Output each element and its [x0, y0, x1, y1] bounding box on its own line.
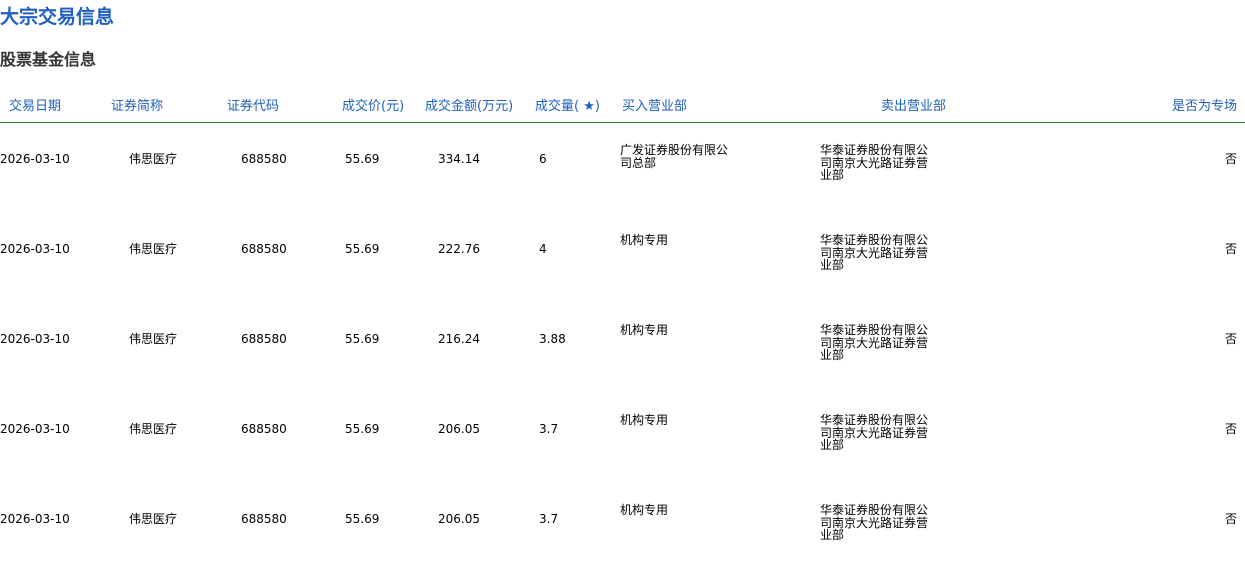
cell-price: 55.69 — [345, 152, 380, 166]
cell-security-code: 688580 — [241, 512, 287, 526]
header-trade-date: 交易日期 — [9, 99, 62, 114]
cell-buyer: 机构专用 — [620, 503, 669, 517]
cell-trade-date: 2026-03-10 — [0, 242, 70, 256]
cell-price: 55.69 — [345, 242, 380, 256]
section-title: 股票基金信息 — [0, 50, 97, 69]
cell-security-code: 688580 — [241, 242, 287, 256]
page-title: 大宗交易信息 — [0, 6, 115, 28]
cell-amount: 216.24 — [438, 332, 480, 346]
cell-security-name: 伟思医疗 — [129, 422, 178, 436]
cell-security-name: 伟思医疗 — [129, 152, 178, 166]
cell-trade-date: 2026-03-10 — [0, 422, 70, 436]
cell-amount: 334.14 — [438, 152, 480, 166]
header-price: 成交价(元) — [342, 99, 405, 114]
header-volume: 成交量( ★) — [535, 99, 600, 114]
cell-volume: 3.7 — [539, 512, 559, 526]
cell-volume: 3.88 — [539, 332, 566, 346]
table-row: 2026-03-10 伟思医疗 688580 55.69 206.05 3.7 … — [0, 389, 1245, 479]
cell-is-special: 否 — [1224, 332, 1237, 346]
header-security-name: 证券简称 — [111, 99, 164, 114]
cell-is-special: 否 — [1224, 242, 1237, 256]
cell-trade-date: 2026-03-10 — [0, 332, 70, 346]
header-seller: 卖出营业部 — [881, 99, 947, 114]
table-row: 2026-03-10 伟思医疗 688580 55.69 334.14 6 广发… — [0, 119, 1245, 209]
table-row: 2026-03-10 伟思医疗 688580 55.69 216.24 3.88… — [0, 299, 1245, 389]
cell-security-code: 688580 — [241, 152, 287, 166]
cell-buyer: 机构专用 — [620, 413, 669, 427]
header-is-special: 是否为专场 — [1171, 99, 1237, 114]
table-row: 2026-03-10 伟思医疗 688580 55.69 206.05 3.7 … — [0, 479, 1245, 569]
cell-price: 55.69 — [345, 332, 380, 346]
cell-amount: 222.76 — [438, 242, 480, 256]
cell-is-special: 否 — [1224, 512, 1237, 526]
cell-security-code: 688580 — [241, 422, 287, 436]
cell-seller: 华泰证券股份有限公司南京大光路证券营业部 — [820, 503, 929, 542]
cell-volume: 6 — [539, 152, 547, 166]
header-security-code: 证券代码 — [227, 99, 280, 114]
cell-buyer: 机构专用 — [620, 323, 669, 337]
cell-is-special: 否 — [1224, 152, 1237, 166]
cell-seller: 华泰证券股份有限公司南京大光路证券营业部 — [820, 323, 929, 362]
cell-trade-date: 2026-03-10 — [0, 512, 70, 526]
cell-price: 55.69 — [345, 512, 380, 526]
cell-amount: 206.05 — [438, 512, 480, 526]
header-buyer: 买入营业部 — [622, 99, 688, 114]
cell-seller: 华泰证券股份有限公司南京大光路证券营业部 — [820, 413, 929, 452]
cell-seller: 华泰证券股份有限公司南京大光路证券营业部 — [820, 143, 929, 182]
cell-buyer: 机构专用 — [620, 233, 669, 247]
cell-is-special: 否 — [1224, 422, 1237, 436]
table-row: 2026-03-10 伟思医疗 688580 55.69 222.76 4 机构… — [0, 209, 1245, 299]
cell-security-name: 伟思医疗 — [129, 332, 178, 346]
cell-trade-date: 2026-03-10 — [0, 152, 70, 166]
cell-security-name: 伟思医疗 — [129, 242, 178, 256]
cell-volume: 4 — [539, 242, 547, 256]
cell-amount: 206.05 — [438, 422, 480, 436]
cell-security-code: 688580 — [241, 332, 287, 346]
cell-security-name: 伟思医疗 — [129, 512, 178, 526]
cell-volume: 3.7 — [539, 422, 559, 436]
cell-price: 55.69 — [345, 422, 380, 436]
cell-seller: 华泰证券股份有限公司南京大光路证券营业部 — [820, 233, 929, 272]
header-amount: 成交金额(万元) — [425, 99, 514, 114]
cell-buyer: 广发证券股份有限公司总部 — [620, 143, 729, 170]
